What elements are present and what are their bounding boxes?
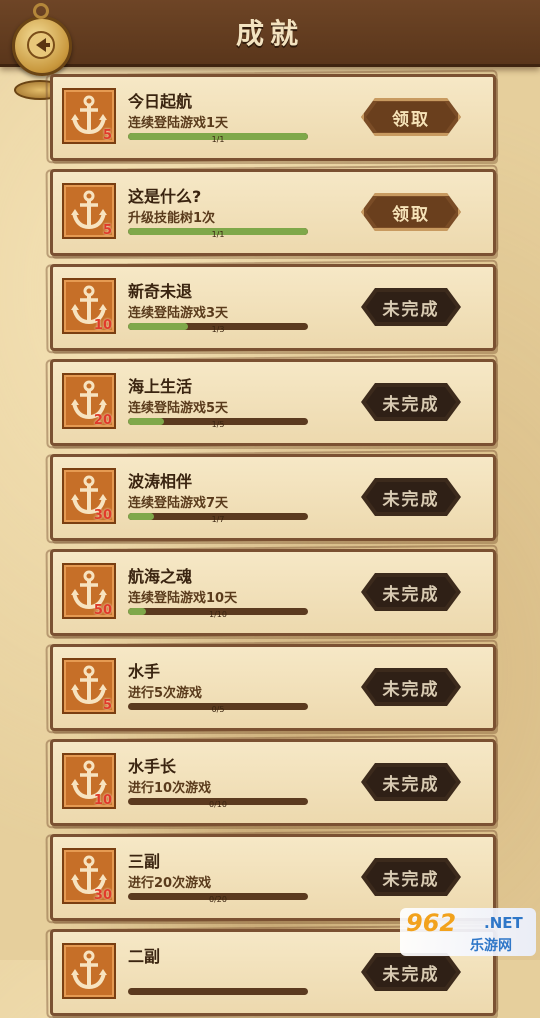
achievement-card: 20 海上生活连续登陆游戏5天 1/5 未完成	[50, 359, 496, 446]
back-arrow-icon	[27, 31, 55, 59]
achievement-desc: 连续登陆游戏1天	[128, 116, 229, 131]
watermark-net: .NET	[484, 914, 523, 932]
achievement-badge: 10	[62, 278, 116, 334]
action-label: 领取	[392, 204, 430, 225]
incomplete-button[interactable]: 未完成	[361, 478, 461, 516]
action-label: 未完成	[382, 869, 440, 890]
action-label: 未完成	[382, 394, 440, 415]
achievement-name: 海上生活	[128, 377, 193, 396]
action-label: 未完成	[382, 584, 440, 605]
incomplete-button[interactable]: 未完成	[361, 288, 461, 326]
watermark-site: 乐游网	[470, 938, 512, 954]
achievement-badge: 5	[62, 183, 116, 239]
achievement-desc: 连续登陆游戏10天	[128, 591, 238, 606]
achievement-badge: 5	[62, 658, 116, 714]
incomplete-button[interactable]: 未完成	[361, 763, 461, 801]
achievement-card: 50 航海之魂连续登陆游戏10天 1/10 未完成	[50, 549, 496, 636]
progress-bar	[128, 988, 308, 995]
achievement-name: 新奇未退	[128, 282, 193, 301]
action-label: 未完成	[382, 774, 440, 795]
achievement-card: 30 波涛相伴连续登陆游戏7天 1/7 未完成	[50, 454, 496, 541]
achievement-card: 5 水手进行5次游戏 0/5 未完成	[50, 644, 496, 731]
incomplete-button[interactable]: 未完成	[361, 573, 461, 611]
achievement-badge: 10	[62, 753, 116, 809]
reward-value: 10	[93, 318, 112, 333]
anchor-icon	[71, 950, 107, 990]
progress-text: 1/3	[211, 325, 225, 334]
reward-value: 30	[93, 888, 112, 903]
progress-text: 1/1	[211, 230, 225, 239]
action-label: 未完成	[382, 964, 440, 985]
progress-text: 1/7	[211, 515, 225, 524]
compass-ring-icon	[33, 3, 49, 19]
achievement-desc: 连续登陆游戏3天	[128, 306, 229, 321]
achievement-name: 波涛相伴	[128, 472, 193, 491]
achievement-name: 航海之魂	[128, 567, 193, 586]
watermark-brand: 962	[406, 909, 457, 937]
achievement-badge: 20	[62, 373, 116, 429]
achievement-desc: 进行5次游戏	[128, 686, 203, 701]
back-button[interactable]	[12, 3, 72, 76]
progress-text: 1/1	[211, 135, 225, 144]
reward-value: 30	[93, 508, 112, 523]
claim-button[interactable]: 领取	[361, 193, 461, 231]
achievement-name: 水手	[128, 662, 161, 681]
achievement-desc: 进行10次游戏	[128, 781, 212, 796]
progress-text: 1/5	[211, 420, 225, 429]
achievement-name: 二副	[128, 947, 161, 966]
incomplete-button[interactable]: 未完成	[361, 953, 461, 991]
action-label: 未完成	[382, 489, 440, 510]
reward-value: 5	[102, 223, 112, 238]
achievement-badge: 50	[62, 563, 116, 619]
reward-value: 10	[93, 793, 112, 808]
achievement-badge	[62, 943, 116, 999]
action-label: 未完成	[382, 299, 440, 320]
achievement-badge: 30	[62, 468, 116, 524]
achievement-name: 三副	[128, 852, 161, 871]
reward-value: 20	[93, 413, 112, 428]
watermark: 962 .NET 乐游网	[400, 908, 536, 956]
achievement-card: 5 这是什么? 升级技能树1次 1/1 领取	[50, 169, 496, 256]
incomplete-button[interactable]: 未完成	[361, 668, 461, 706]
action-label: 未完成	[382, 679, 440, 700]
progress-text: 0/10	[209, 800, 227, 809]
progress-text: 1/10	[209, 610, 227, 619]
achievement-desc: 连续登陆游戏7天	[128, 496, 229, 511]
reward-value: 5	[102, 128, 112, 143]
reward-value: 50	[93, 603, 112, 618]
header-bar: 成就	[0, 0, 540, 67]
achievement-badge: 30	[62, 848, 116, 904]
achievement-name: 这是什么?	[128, 187, 202, 206]
incomplete-button[interactable]: 未完成	[361, 858, 461, 896]
achievement-desc: 升级技能树1次	[128, 211, 216, 226]
action-label: 领取	[392, 109, 430, 130]
achievement-name: 今日起航	[128, 92, 193, 111]
achievement-desc: 连续登陆游戏5天	[128, 401, 229, 416]
achievement-card: 10 水手长进行10次游戏 0/10 未完成	[50, 739, 496, 826]
achievement-card: 5 今日起航连续登陆游戏1天 1/1 领取	[50, 74, 496, 161]
achievement-name: 水手长	[128, 757, 177, 776]
progress-text: 0/5	[211, 705, 225, 714]
page-title: 成就	[235, 17, 304, 50]
claim-button[interactable]: 领取	[361, 98, 461, 136]
achievement-card: 10 新奇未退连续登陆游戏3天 1/3 未完成	[50, 264, 496, 351]
achievement-desc: 进行20次游戏	[128, 876, 212, 891]
reward-value: 5	[102, 698, 112, 713]
achievement-badge: 5	[62, 88, 116, 144]
incomplete-button[interactable]: 未完成	[361, 383, 461, 421]
progress-text: 0/20	[209, 895, 227, 904]
